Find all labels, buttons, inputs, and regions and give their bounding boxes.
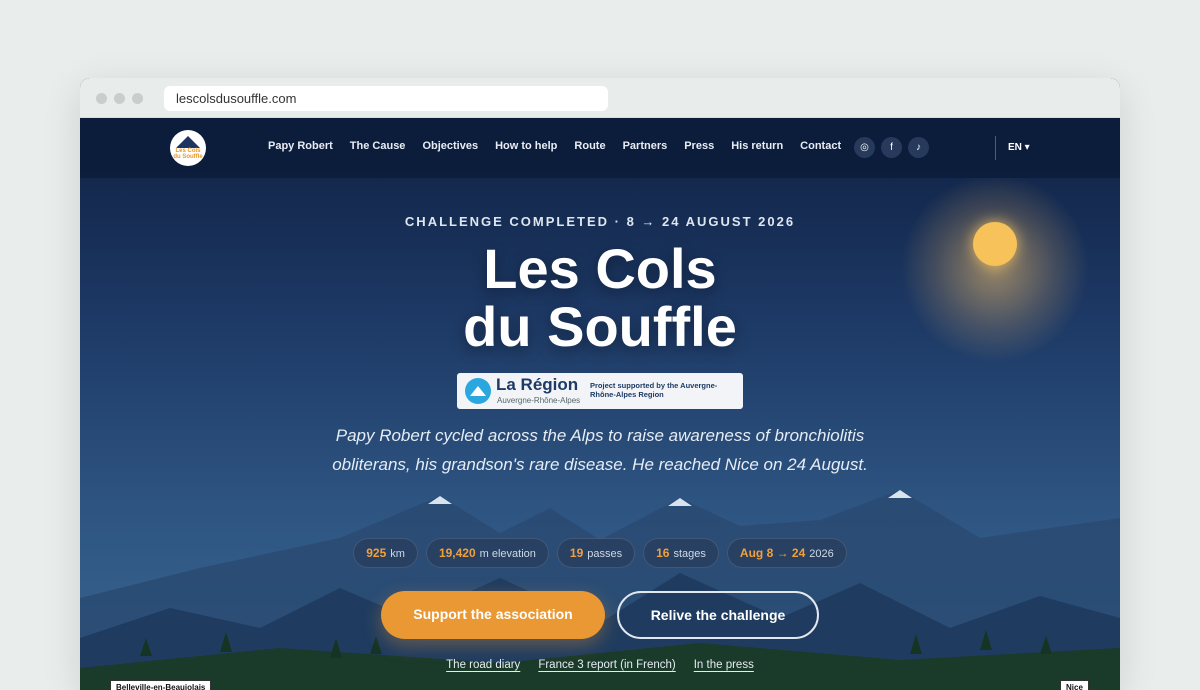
window-close-dot[interactable] — [96, 93, 107, 104]
nav-link-his-return[interactable]: His return — [731, 140, 783, 152]
address-bar[interactable]: lescolsdusouffle.com — [164, 86, 608, 111]
nav-link-how-to-help[interactable]: How to help — [495, 140, 557, 152]
region-logo-icon — [465, 378, 491, 404]
logo-mountain-icon — [176, 136, 200, 148]
tiktok-icon[interactable]: ♪ — [908, 137, 929, 158]
stat-elevation: 19,420 m elevation — [425, 538, 549, 568]
hero-links: The road diary France 3 report (in Frenc… — [80, 659, 1120, 671]
route-start-label: Belleville-en-Beaujolais — [110, 680, 212, 690]
nav-link-papy-robert[interactable]: Papy Robert — [268, 140, 333, 152]
hero-lead: Papy Robert cycled across the Alps to ra… — [332, 426, 868, 474]
logo-text: Les Cols du Souffle — [173, 148, 203, 160]
nav-link-the-cause[interactable]: The Cause — [350, 140, 406, 152]
nav-link-contact[interactable]: Contact — [800, 140, 841, 152]
france3-report-link[interactable]: France 3 report (in French) — [538, 659, 675, 671]
nav-links: Papy Robert The Cause Objectives How to … — [268, 140, 858, 152]
stats-row: 925 km 19,420 m elevation 19 passes 16 stage… — [80, 538, 1120, 568]
site-logo[interactable]: Les Cols du Souffle — [170, 130, 206, 166]
browser-toolbar: lescolsdusouffle.com — [80, 78, 1120, 118]
nav-link-route[interactable]: Route — [574, 140, 605, 152]
nav-link-objectives[interactable]: Objectives — [422, 140, 478, 152]
social-links: ◎ f ♪ — [854, 137, 929, 158]
road-diary-link[interactable]: The road diary — [446, 659, 520, 671]
window-minimize-dot[interactable] — [114, 93, 125, 104]
hero-kicker: CHALLENGE COMPLETED · 8 → 24 AUGUST 2026 — [404, 214, 796, 229]
hero-title: Les Cols du Souffle — [80, 240, 1120, 356]
region-partner-badge[interactable]: La Région Auvergne-Rhône-Alpes Project s… — [457, 373, 743, 409]
route-end-label: Nice — [1060, 680, 1089, 690]
stat-stages: 16 stages — [643, 538, 719, 568]
hero-title-line-2: du Souffle — [463, 295, 737, 358]
browser-window: lescolsdusouffle.com Les Colsdu Souffle — [80, 78, 1120, 690]
support-association-button[interactable]: Support the association — [381, 591, 605, 639]
top-navigation: Les Cols du Souffle Papy Robert The Cause… — [80, 118, 1120, 178]
nav-link-partners[interactable]: Partners — [623, 140, 668, 152]
stat-distance: 925 km — [353, 538, 418, 568]
language-selector[interactable]: EN ▾ — [1008, 142, 1030, 153]
hero-page: Les Cols du Souffle Papy Robert The Cause… — [80, 118, 1120, 690]
nav-link-press[interactable]: Press — [684, 140, 714, 152]
relive-challenge-button[interactable]: Relive the challenge — [617, 591, 819, 639]
stat-dates: Aug 8 → 24 2026 — [726, 538, 847, 568]
instagram-icon[interactable]: ◎ — [854, 137, 875, 158]
nav-divider — [995, 136, 996, 160]
region-name: La Région — [496, 375, 579, 394]
window-maximize-dot[interactable] — [132, 93, 143, 104]
in-the-press-link[interactable]: In the press — [694, 659, 754, 671]
region-note: Project supported by the Auvergne-Rhône-… — [590, 381, 718, 399]
region-subtitle: Auvergne-Rhône-Alpes — [497, 396, 581, 405]
hero-title-line-1: Les Cols — [483, 237, 717, 300]
facebook-icon[interactable]: f — [881, 137, 902, 158]
stat-passes: 19 passes — [556, 538, 636, 568]
